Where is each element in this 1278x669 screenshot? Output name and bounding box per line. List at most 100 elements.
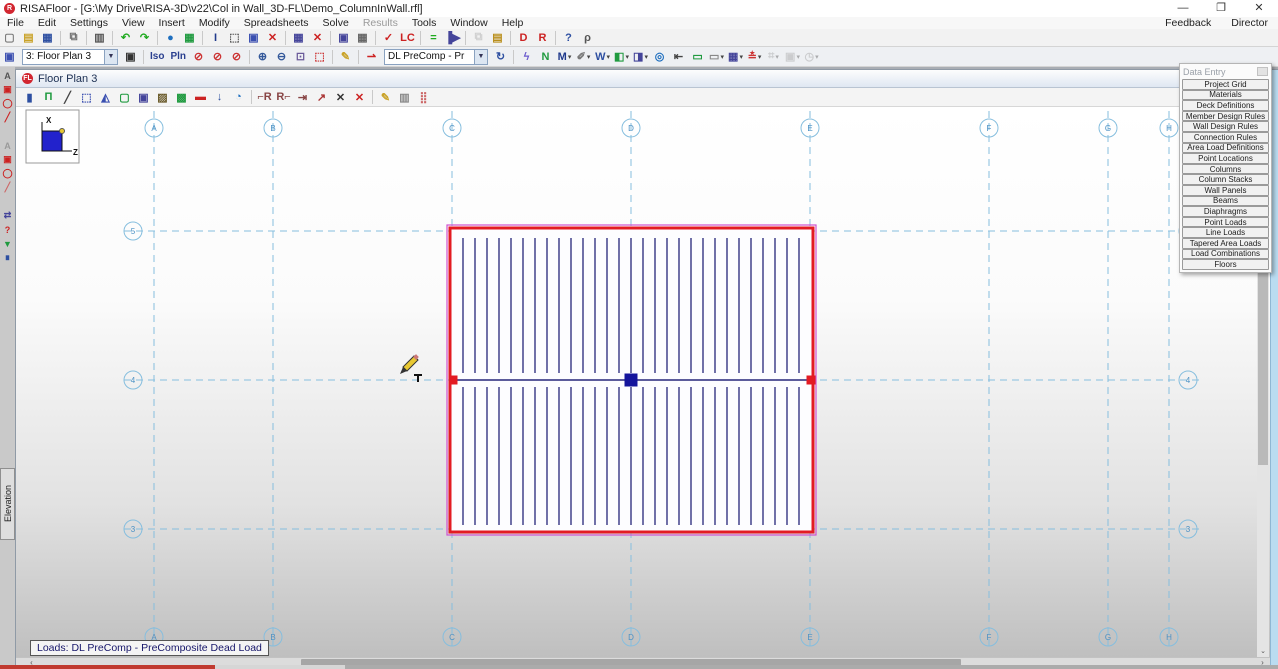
undo-icon[interactable]: ↶ (117, 30, 134, 45)
lock-unselected-icon[interactable]: ∎ (1, 251, 14, 264)
data-entry-close-icon[interactable] (1257, 67, 1268, 76)
release-right-icon[interactable]: R⌐ (275, 90, 292, 105)
select-all-icon[interactable]: A (1, 69, 14, 82)
menu-director[interactable]: Director (1221, 17, 1278, 29)
redraw-pencil-icon[interactable]: ✎ (337, 49, 354, 64)
button-view-icon-dropdown[interactable]: ▾ (720, 53, 724, 61)
wind-load-icon[interactable]: ϟ (518, 49, 535, 64)
menu-insert[interactable]: Insert (152, 17, 192, 29)
invert-selection-icon[interactable]: ⇄ (1, 209, 14, 222)
window-grid-icon[interactable]: ▦ (354, 30, 371, 45)
color-plot-icon[interactable]: ◧▾ (613, 49, 630, 64)
open-file-icon[interactable]: ▤ (20, 30, 37, 45)
scroll-down-arrow[interactable]: ⌄ (1257, 646, 1269, 657)
window-select-icon[interactable]: ▣ (1, 49, 18, 64)
criteria-selection-icon[interactable]: ? (1, 223, 14, 236)
delete-all-icon[interactable]: ✕ (351, 90, 368, 105)
window-tile-icon[interactable]: ▣ (335, 30, 352, 45)
solve-check-icon[interactable]: ✓ (380, 30, 397, 45)
data-entry-item-point-locations[interactable]: Point Locations (1182, 153, 1269, 164)
floor-plan-select-arrow-icon[interactable]: ▼ (104, 50, 117, 64)
distance-icon[interactable]: ⇤ (670, 49, 687, 64)
restore-button[interactable]: ❐ (1202, 0, 1240, 17)
plate-toggle-icon-dropdown[interactable]: ▾ (796, 53, 800, 61)
global-parameters-icon[interactable]: ● (162, 30, 179, 45)
print-icon[interactable]: ▥ (91, 30, 108, 45)
data-entry-item-wall-panels[interactable]: Wall Panels (1182, 185, 1269, 196)
member-labels-icon[interactable]: M▾ (556, 49, 573, 64)
pointer-icon[interactable]: ↗ (313, 90, 330, 105)
zoom-box-icon[interactable]: ⊡ (292, 49, 309, 64)
menu-edit[interactable]: Edit (31, 17, 63, 29)
data-entry-item-beams[interactable]: Beams (1182, 196, 1269, 207)
zoom-extents-icon[interactable]: ⬚ (311, 49, 328, 64)
member-labels-icon-dropdown[interactable]: ▾ (568, 53, 572, 61)
floor-stories-icon[interactable]: ▦ (181, 30, 198, 45)
minimize-button[interactable]: — (1164, 0, 1202, 17)
grid-window-icon[interactable]: ▣ (135, 90, 152, 105)
load-combination-icon[interactable]: LC (399, 30, 416, 45)
rotate-z-icon[interactable]: ⊘ (228, 49, 245, 64)
save-selection-icon[interactable]: ▼ (1, 237, 14, 250)
floor-plan-titlebar[interactable]: FL Floor Plan 3 (16, 70, 1277, 88)
menu-feedback[interactable]: Feedback (1155, 17, 1221, 29)
data-entry-header[interactable]: Data Entry (1180, 64, 1271, 79)
draw-wall-icon[interactable]: ▨ (154, 90, 171, 105)
equal-results-icon[interactable]: = (425, 30, 442, 45)
grid-toggle-icon-dropdown[interactable]: ▾ (775, 53, 779, 61)
data-entry-item-connection-rules[interactable]: Connection Rules (1182, 132, 1269, 143)
render-icon-dropdown[interactable]: ▾ (644, 53, 648, 61)
view-grid-icon[interactable]: ⣿ (415, 90, 432, 105)
release-left-icon[interactable]: ⌐R (256, 90, 273, 105)
color-plot-icon-dropdown[interactable]: ▾ (625, 53, 629, 61)
edit-pencil-icon[interactable]: ✎ (377, 90, 394, 105)
globe-snap-icon[interactable]: ◔ (230, 90, 247, 105)
screen-capture-icon[interactable]: ▭ (689, 49, 706, 64)
node-labels-icon[interactable]: N (537, 49, 554, 64)
menu-window[interactable]: Window (443, 17, 494, 29)
data-entry-item-deck-definitions[interactable]: Deck Definitions (1182, 100, 1269, 111)
report-printing-icon[interactable]: ▤ (489, 30, 506, 45)
delete-icon[interactable]: ✕ (332, 90, 349, 105)
data-entry-item-column-stacks[interactable]: Column Stacks (1182, 174, 1269, 185)
data-entry-item-materials[interactable]: Materials (1182, 90, 1269, 101)
selection-box-icon[interactable]: ⬚ (226, 30, 243, 45)
draw-deck-icon[interactable]: ⬚ (78, 90, 95, 105)
zoom-out-icon[interactable]: ⊖ (273, 49, 290, 64)
rotate-x-icon[interactable]: ⊘ (190, 49, 207, 64)
line-select-icon[interactable]: ╱ (1, 111, 14, 124)
rotate-y-icon[interactable]: ⊘ (209, 49, 226, 64)
menu-results[interactable]: Results (356, 17, 405, 29)
deck-area-icon[interactable]: ▩ (173, 90, 190, 105)
redo-icon[interactable]: ↷ (136, 30, 153, 45)
data-entry-item-load-combinations[interactable]: Load Combinations (1182, 249, 1269, 260)
data-entry-item-floors[interactable]: Floors (1182, 259, 1269, 270)
data-entry-item-columns[interactable]: Columns (1182, 164, 1269, 175)
delete-spreadsheet-icon[interactable]: ✕ (309, 30, 326, 45)
snapshot-icon[interactable]: ▣ (122, 49, 139, 64)
close-red-icon[interactable]: ✕ (264, 30, 281, 45)
data-entry-item-point-loads[interactable]: Point Loads (1182, 217, 1269, 228)
iso-view-button[interactable]: Iso (147, 51, 167, 62)
trim-icon[interactable]: ⇥ (294, 90, 311, 105)
data-entry-item-project-grid[interactable]: Project Grid (1182, 79, 1269, 90)
data-entry-item-diaphragms[interactable]: Diaphragms (1182, 206, 1269, 217)
spin-load-icon[interactable]: ↻ (492, 49, 509, 64)
floor-plan-select[interactable]: 3: Floor Plan 3▼ (22, 49, 118, 65)
draw-line-icon[interactable]: ╱ (59, 90, 76, 105)
connector-icon-dropdown[interactable]: ▾ (587, 53, 591, 61)
data-entry-item-tapered-area-loads[interactable]: Tapered Area Loads (1182, 238, 1269, 249)
draw-polygon-icon[interactable]: ◭ (97, 90, 114, 105)
menu-tools[interactable]: Tools (405, 17, 444, 29)
slab-edge-icon[interactable]: ▢ (116, 90, 133, 105)
draw-beam-icon[interactable]: Π (40, 90, 57, 105)
elevation-tab[interactable]: Elevation (0, 468, 15, 540)
connector-icon[interactable]: ✐▾ (575, 49, 592, 64)
spreadsheet-icon[interactable]: ▦ (290, 30, 307, 45)
search-icon[interactable]: ρ (579, 30, 596, 45)
box-select-icon[interactable]: ▣ (1, 83, 14, 96)
wall-results-icon[interactable]: W▾ (594, 49, 611, 64)
load-case-select[interactable]: DL PreComp - Pr▼ (384, 49, 488, 65)
data-entry-item-member-design-rules[interactable]: Member Design Rules (1182, 111, 1269, 122)
deflection-icon[interactable]: ≛▾ (746, 49, 763, 64)
